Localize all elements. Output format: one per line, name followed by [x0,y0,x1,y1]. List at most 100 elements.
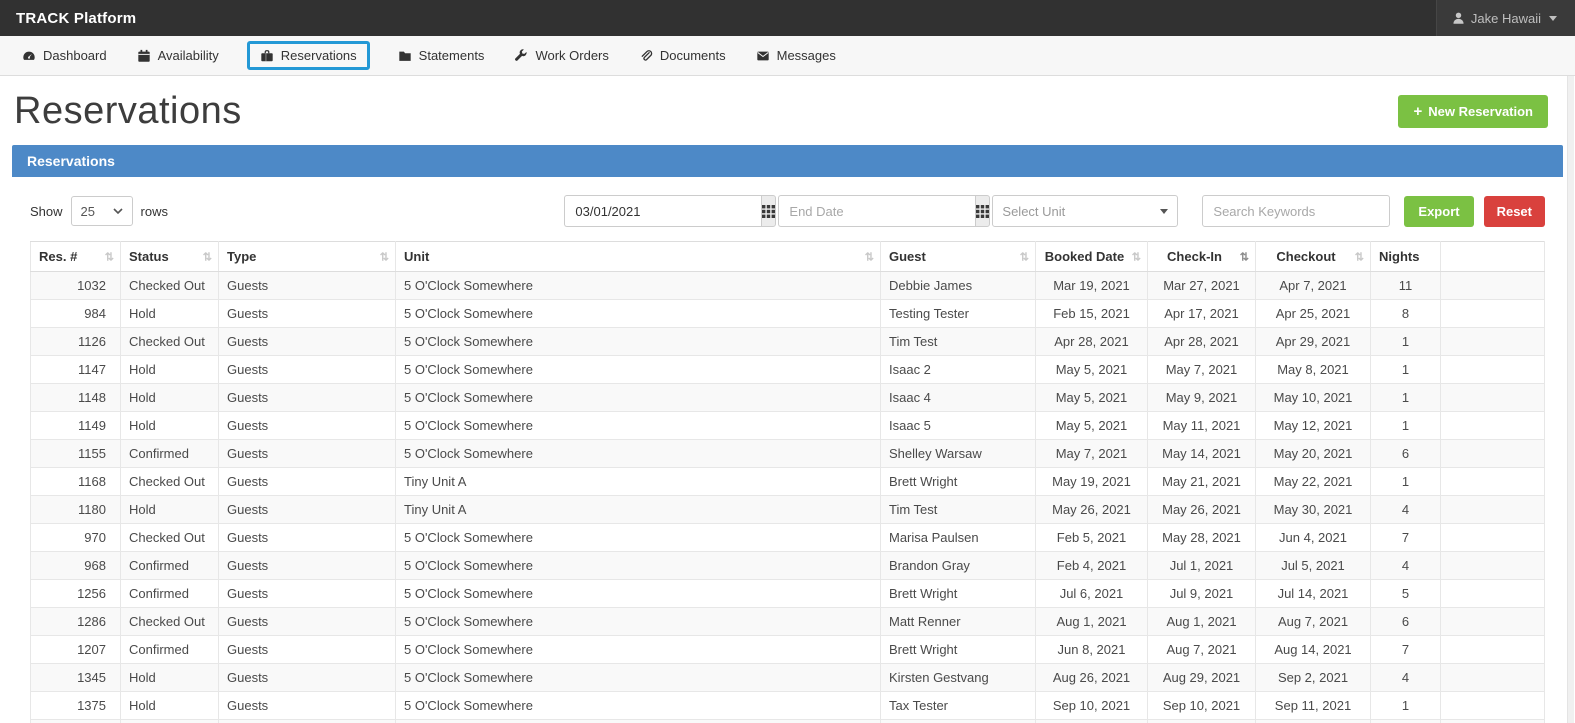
scrollbar[interactable] [1567,76,1574,723]
cell-empty [1441,328,1545,356]
table-row[interactable]: 1148HoldGuests5 O'Clock SomewhereIsaac 4… [31,384,1545,412]
table-row[interactable]: 1207ConfirmedGuests5 O'Clock SomewhereBr… [31,636,1545,664]
cell: 1 [1371,468,1441,496]
cell: Guests [219,524,396,552]
page-title: Reservations [14,90,242,133]
nav-item-messages[interactable]: Messages [754,42,838,69]
sort-icon[interactable]: ⇅ [1020,250,1029,263]
user-menu[interactable]: Jake Hawaii [1436,0,1575,36]
cell: Guests [219,328,396,356]
start-date-input[interactable] [564,195,761,227]
cell: May 26, 2021 [1148,496,1256,524]
cell: Isaac 4 [881,384,1036,412]
table-row[interactable]: 1032Checked OutGuests5 O'Clock Somewhere… [31,272,1545,300]
nav-item-dashboard[interactable]: Dashboard [20,42,109,69]
table-row[interactable]: 984HoldGuests5 O'Clock SomewhereTesting … [31,300,1545,328]
table-row[interactable]: 1147HoldGuests5 O'Clock SomewhereIsaac 2… [31,356,1545,384]
sort-icon[interactable]: ⇅ [865,250,874,263]
nav-item-availability[interactable]: Availability [135,42,221,69]
nav-label: Reservations [281,48,357,63]
start-date-calendar-button[interactable] [761,195,776,227]
cell: 5 O'Clock Somewhere [396,328,881,356]
cell: Brett Wright [881,636,1036,664]
page-size-value: 25 [81,204,95,219]
search-input[interactable] [1202,195,1390,227]
cell: 1286 [31,608,121,636]
page-size-select[interactable]: 25 [71,196,133,226]
user-icon [1451,11,1466,26]
cell: 1345 [31,664,121,692]
table-row[interactable]: 1155ConfirmedGuests5 O'Clock SomewhereSh… [31,440,1545,468]
cell: 4 [1371,664,1441,692]
col-header-type[interactable]: Type⇅ [219,242,396,272]
cell: Jun 4, 2021 [1256,524,1371,552]
calendar-grid-icon [762,205,775,218]
sort-active-icon[interactable]: ⇅ [1240,250,1249,263]
cell: 1207 [31,636,121,664]
table-row[interactable]: 1375HoldGuests5 O'Clock SomewhereTax Tes… [31,692,1545,720]
cell: 4 [1371,552,1441,580]
new-reservation-button[interactable]: + New Reservation [1398,95,1548,128]
reservations-table: Res. #⇅ Status⇅ Type⇅ Unit⇅ Guest⇅ Booke… [30,241,1545,723]
cell: Brett Wright [881,580,1036,608]
col-header-nights[interactable]: Nights [1371,242,1441,272]
cell: Guests [219,384,396,412]
cell-empty [1441,552,1545,580]
col-header-checkin[interactable]: Check-In⇅ [1148,242,1256,272]
reservations-table-body: 1032Checked OutGuests5 O'Clock Somewhere… [31,272,1545,723]
end-date-input[interactable] [778,195,975,227]
table-row[interactable]: 1286Checked OutGuests5 O'Clock Somewhere… [31,608,1545,636]
cell: Isaac 5 [881,412,1036,440]
nav-item-work-orders[interactable]: Work Orders [512,42,610,69]
table-row[interactable]: 1168Checked OutGuestsTiny Unit ABrett Wr… [31,468,1545,496]
cell: Mar 27, 2021 [1148,272,1256,300]
table-row[interactable]: 1256ConfirmedGuests5 O'Clock SomewhereBr… [31,580,1545,608]
table-row[interactable]: 1180HoldGuestsTiny Unit ATim TestMay 26,… [31,496,1545,524]
unit-select[interactable]: Select Unit [992,195,1178,227]
table-row[interactable]: 1149HoldGuests5 O'Clock SomewhereIsaac 5… [31,412,1545,440]
table-row[interactable]: 970Checked OutGuests5 O'Clock SomewhereM… [31,524,1545,552]
show-label: Show [30,204,63,219]
table-row[interactable]: 1345HoldGuests5 O'Clock SomewhereKirsten… [31,664,1545,692]
cell-empty [1441,720,1545,723]
cell-empty [31,720,121,723]
cell: 968 [31,552,121,580]
cell: May 26, 2021 [1036,496,1148,524]
cell-empty [1441,468,1545,496]
cell: Sep 10, 2021 [1148,692,1256,720]
sort-icon[interactable]: ⇅ [1132,250,1141,263]
cell: May 7, 2021 [1148,356,1256,384]
nav-item-statements[interactable]: Statements [396,42,487,69]
col-header-checkout[interactable]: Checkout⇅ [1256,242,1371,272]
user-name: Jake Hawaii [1471,11,1541,26]
col-header-booked[interactable]: Booked Date⇅ [1036,242,1148,272]
col-header-status[interactable]: Status⇅ [121,242,219,272]
sort-icon[interactable]: ⇅ [1355,250,1364,263]
col-header-res[interactable]: Res. #⇅ [31,242,121,272]
cell: Jul 1, 2021 [1148,552,1256,580]
cell: May 19, 2021 [1036,468,1148,496]
cell: Confirmed [121,440,219,468]
cell: Matt Renner [881,608,1036,636]
sort-icon[interactable]: ⇅ [105,250,114,263]
col-header-guest[interactable]: Guest⇅ [881,242,1036,272]
cell: Feb 15, 2021 [1036,300,1148,328]
col-header-unit[interactable]: Unit⇅ [396,242,881,272]
cell: Guests [219,580,396,608]
sort-icon[interactable]: ⇅ [380,250,389,263]
cell: Aug 1, 2021 [1148,608,1256,636]
nav-item-reservations[interactable]: Reservations [247,41,370,70]
app-title: TRACK Platform [16,10,136,27]
reset-button[interactable]: Reset [1484,196,1545,227]
cell: Hold [121,384,219,412]
cell: Checked Out [121,468,219,496]
nav-item-documents[interactable]: Documents [637,42,728,69]
sort-icon[interactable]: ⇅ [203,250,212,263]
cell: Apr 28, 2021 [1036,328,1148,356]
end-date-calendar-button[interactable] [975,195,990,227]
table-row[interactable]: 968ConfirmedGuests5 O'Clock SomewhereBra… [31,552,1545,580]
export-button[interactable]: Export [1404,196,1473,227]
main-nav: Dashboard Availability Reservations Stat… [0,36,1575,76]
cell: 970 [31,524,121,552]
table-row[interactable]: 1126Checked OutGuests5 O'Clock Somewhere… [31,328,1545,356]
